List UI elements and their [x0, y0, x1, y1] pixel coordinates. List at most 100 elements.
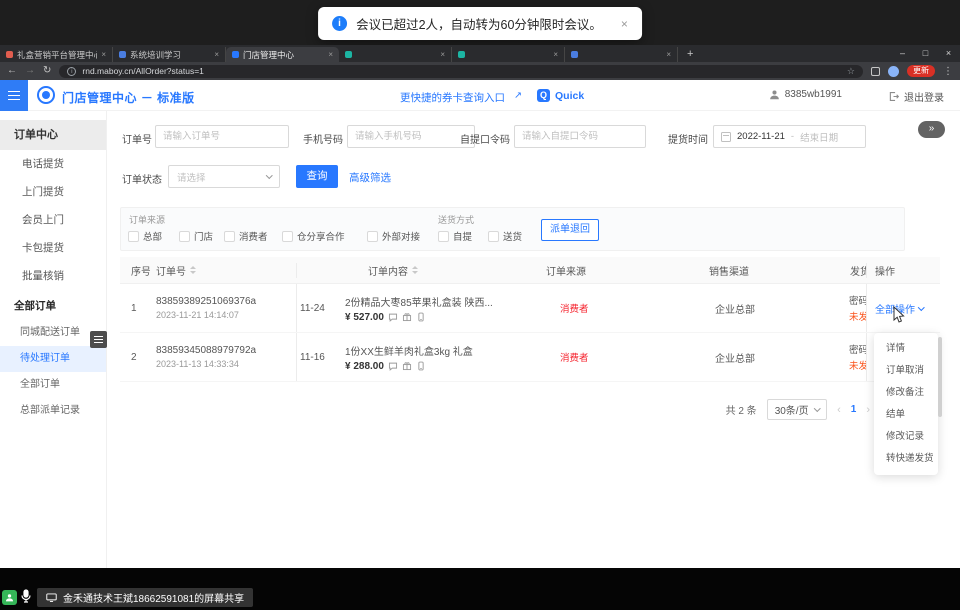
cell-content: 2份精品大枣85苹果礼盒装 陕西... ¥ 527.00	[340, 284, 530, 332]
checkbox-consumer[interactable]: 消费者	[224, 229, 268, 243]
checkbox-icon[interactable]	[128, 231, 139, 242]
bookmark-star-icon[interactable]: ☆	[847, 66, 855, 77]
window-maximize-button[interactable]: □	[914, 45, 937, 62]
all-actions-dropdown-trigger[interactable]: 全部操作	[875, 301, 940, 316]
sidebar-item-member-visit[interactable]: 会员上门	[0, 206, 106, 234]
browser-tab-3-active[interactable]: 门店管理中心 ×	[226, 47, 339, 62]
sidebar-item-pending-orders[interactable]: 待处理订单	[0, 346, 106, 372]
share-text: 金禾通技术王斌18662591081的屏幕共享	[63, 590, 244, 605]
sidebar-item-all-orders[interactable]: 全部订单	[0, 372, 106, 398]
sidebar-item-hq-dispatch-records[interactable]: 总部派单记录	[0, 398, 106, 424]
sidebar-item-card-pickup[interactable]: 卡包提货	[0, 234, 106, 262]
mouse-cursor	[892, 306, 905, 324]
menu-item-express-ship[interactable]: 转快递发货	[874, 448, 938, 470]
url-box[interactable]: i rnd.maboy.cn/AllOrder?status=1 ☆	[59, 65, 863, 78]
header-content[interactable]: 订单内容	[340, 263, 530, 278]
tab-close-icon[interactable]: ×	[328, 50, 333, 59]
dispatch-return-button[interactable]: 派单退回	[541, 219, 599, 241]
tab-close-icon[interactable]: ×	[666, 50, 671, 59]
browser-tab-1[interactable]: 礼盒营销平台管理中心 ×	[0, 47, 113, 62]
advanced-filter-link[interactable]: 高级筛选	[349, 170, 391, 185]
next-page-button[interactable]: ›	[866, 404, 870, 416]
search-button[interactable]: 查询	[296, 165, 338, 188]
checkbox-icon[interactable]	[438, 231, 449, 242]
checkbox-hq[interactable]: 总部	[128, 229, 162, 243]
menu-item-details[interactable]: 详情	[874, 338, 938, 360]
window-minimize-button[interactable]: –	[891, 45, 914, 62]
app-header: 门店管理中心 － 标准版 更快捷的券卡查询入口 ↗ Q Quick 8385wb…	[0, 80, 960, 111]
app-title: 门店管理中心 － 标准版	[62, 89, 195, 106]
header-order-no[interactable]: 订单号	[150, 263, 297, 278]
reload-icon[interactable]: ↻	[43, 62, 51, 80]
checkbox-warehouse-share[interactable]: 仓分享合作	[282, 229, 345, 243]
page-size-select[interactable]: 30条/页	[767, 399, 827, 420]
menu-item-edit-note[interactable]: 修改备注	[874, 382, 938, 404]
sidebar-item-door-pickup[interactable]: 上门提货	[0, 178, 106, 206]
browser-update-button[interactable]: 更新	[907, 65, 935, 77]
info-icon: i	[332, 16, 347, 31]
browser-tab-2[interactable]: 系统培训学习 ×	[113, 47, 226, 62]
tab-favicon	[458, 51, 465, 58]
checkbox-icon[interactable]	[224, 231, 235, 242]
prev-page-button[interactable]: ‹	[837, 404, 841, 416]
checkbox-icon[interactable]	[282, 231, 293, 242]
menu-item-edit-history[interactable]: 修改记录	[874, 426, 938, 448]
user-account[interactable]: 8385wb1991	[769, 89, 842, 100]
browser-tab-4[interactable]: ×	[339, 47, 452, 62]
browser-tab-5[interactable]: ×	[452, 47, 565, 62]
coupon-query-link[interactable]: 更快捷的券卡查询入口	[400, 90, 505, 105]
checkbox-icon[interactable]	[367, 231, 378, 242]
sort-icon[interactable]	[412, 266, 418, 274]
address-bar-actions: 更新 ⋮	[871, 65, 953, 77]
tab-close-icon[interactable]: ×	[440, 50, 445, 59]
source-badge: 消费者	[560, 350, 700, 364]
logout-button[interactable]: 退出登录	[888, 89, 944, 104]
user-icon	[769, 89, 780, 100]
forward-icon[interactable]: →	[25, 62, 35, 80]
cell-delivery: 密码 未发货	[845, 333, 866, 381]
menu-item-cancel-order[interactable]: 订单取消	[874, 360, 938, 382]
checkbox-store[interactable]: 门店	[179, 229, 213, 243]
current-page[interactable]: 1	[851, 404, 857, 415]
cell-order-no: 83859389251069376a 2023-11-21 14:14:07	[150, 284, 297, 332]
new-tab-button[interactable]: +	[678, 47, 702, 62]
microphone-icon[interactable]	[21, 589, 31, 609]
back-icon[interactable]: ←	[7, 62, 17, 80]
cell-pickup-time: 11-16	[297, 333, 340, 381]
browser-menu-icon[interactable]: ⋮	[943, 66, 953, 77]
menu-item-settle[interactable]: 结单	[874, 404, 938, 426]
checkbox-icon[interactable]	[488, 231, 499, 242]
order-no-input[interactable]	[155, 125, 289, 148]
window-close-button[interactable]: ×	[937, 45, 960, 62]
chevron-down-icon	[266, 172, 272, 178]
phone-label: 手机号码	[303, 131, 343, 146]
pickup-code-input[interactable]	[514, 125, 646, 148]
quick-icon[interactable]: Q	[537, 89, 550, 102]
phone-input[interactable]	[347, 125, 475, 148]
browser-profile-avatar[interactable]	[888, 66, 899, 77]
hamburger-menu-icon[interactable]	[0, 80, 28, 111]
date-range-picker[interactable]: 2022-11-21 - 结束日期	[713, 125, 866, 148]
sidebar-section-order-center[interactable]: 订单中心	[0, 120, 106, 150]
toast-close-icon[interactable]: ×	[621, 17, 628, 31]
browser-tab-6[interactable]: ×	[565, 47, 678, 62]
order-status-select[interactable]: 请选择	[168, 165, 280, 188]
collapse-panel-button[interactable]: »	[918, 121, 945, 138]
username: 8385wb1991	[785, 89, 842, 100]
sidebar-item-phone-pickup[interactable]: 电话提货	[0, 150, 106, 178]
floating-menu-icon[interactable]	[90, 331, 107, 348]
checkbox-delivery[interactable]: 送货	[488, 229, 522, 243]
sidebar-item-batch-verify[interactable]: 批量核销	[0, 262, 106, 290]
scrollbar-thumb[interactable]	[938, 337, 942, 417]
sidebar-group-all-orders[interactable]: 全部订单	[0, 292, 106, 320]
site-info-icon[interactable]: i	[67, 67, 76, 76]
checkbox-icon[interactable]	[179, 231, 190, 242]
sort-icon[interactable]	[190, 266, 196, 274]
tab-close-icon[interactable]: ×	[101, 50, 106, 59]
checkbox-self-pickup[interactable]: 自提	[438, 229, 472, 243]
extensions-icon[interactable]	[871, 67, 880, 76]
tab-close-icon[interactable]: ×	[553, 50, 558, 59]
checkbox-external[interactable]: 外部对接	[367, 229, 420, 243]
tab-close-icon[interactable]: ×	[214, 50, 219, 59]
quick-link[interactable]: Quick	[555, 90, 584, 102]
